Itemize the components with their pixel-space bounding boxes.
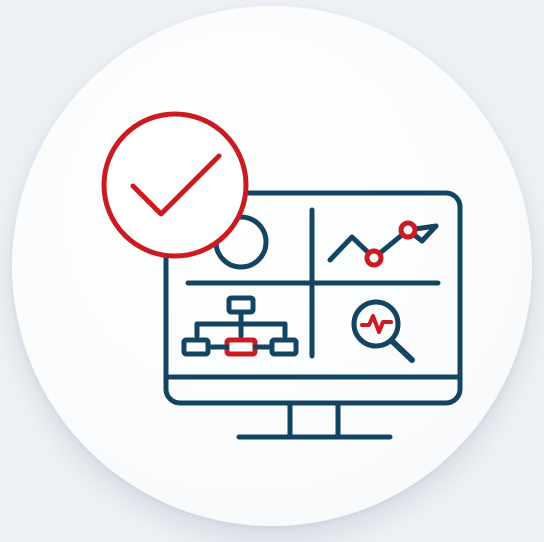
- check-circle-icon: [101, 111, 249, 259]
- org-node-right: [269, 337, 299, 357]
- org-node-left: [181, 337, 211, 357]
- monitor-dashboard-illustration: [101, 111, 463, 440]
- line-chart-icon: [327, 220, 439, 268]
- line-chart-point-2: [398, 220, 418, 240]
- line-chart-path: [327, 223, 439, 263]
- magnifier-handle: [389, 338, 415, 363]
- icon-stage: [0, 0, 544, 542]
- check-badge-ring: [101, 111, 249, 259]
- pulse-line: [360, 314, 393, 334]
- line-chart-point-1: [364, 248, 384, 268]
- magnifier-pulse-icon: [351, 299, 415, 363]
- org-chart-icon: [181, 295, 299, 357]
- org-node-middle: [224, 337, 258, 357]
